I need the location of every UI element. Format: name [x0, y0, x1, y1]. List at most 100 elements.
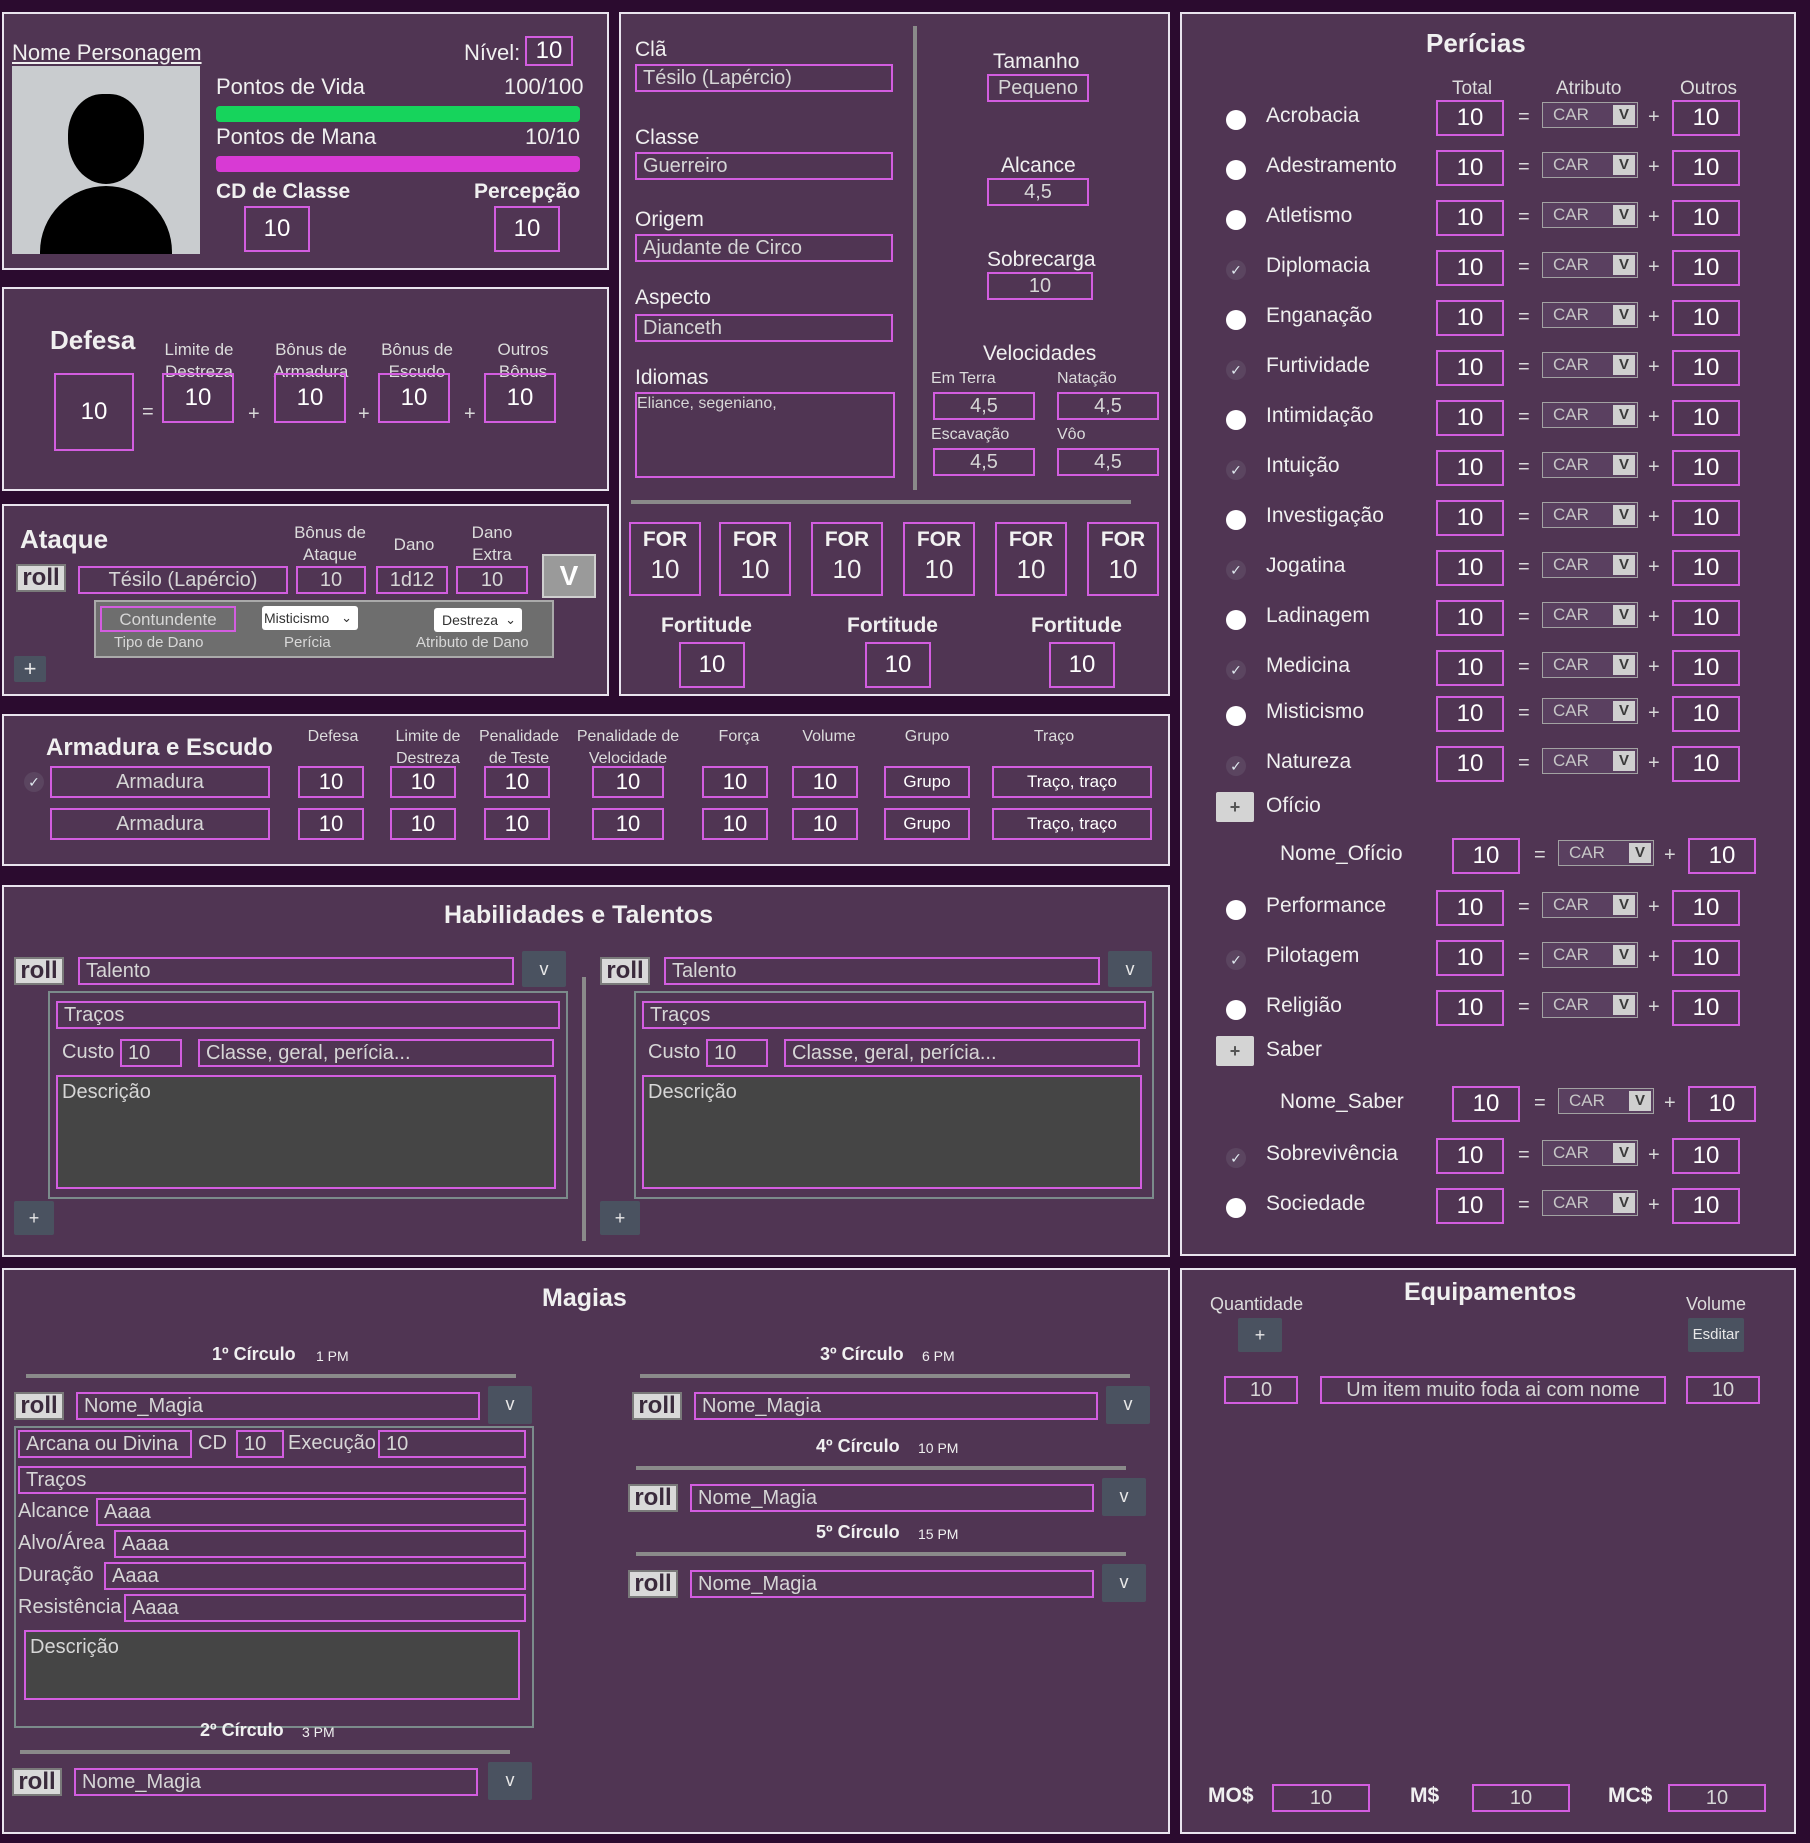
skill-proficiency-radio[interactable] [1226, 410, 1246, 430]
save-field[interactable]: 10 [679, 642, 745, 688]
talent-dropdown-button[interactable]: v [1108, 951, 1152, 987]
talent-description[interactable]: Descrição [56, 1075, 556, 1189]
spell-description[interactable]: Descrição [24, 1630, 520, 1700]
skill-attribute-select[interactable]: CAR V [1542, 748, 1638, 774]
circle-2-spell-name[interactable]: Nome_Magia [74, 1768, 478, 1796]
circle-4-spell-name[interactable]: Nome_Magia [690, 1484, 1094, 1512]
skill-attribute-select[interactable]: CAR V [1542, 502, 1638, 528]
skill-attribute-dropdown-button[interactable]: V [1613, 655, 1635, 675]
defense-col-field-1[interactable]: 10 [162, 373, 234, 423]
armor-defense-field[interactable]: 10 [298, 808, 364, 840]
defense-col-field-2[interactable]: 10 [274, 373, 346, 423]
armor-dex-field[interactable]: 10 [390, 766, 456, 798]
skill-other-field[interactable]: 10 [1688, 838, 1756, 874]
spell-tradition-field[interactable]: Arcana ou Divina [18, 1430, 192, 1458]
class-field[interactable]: Guerreiro [635, 152, 893, 180]
skill-attribute-dropdown-button[interactable]: V [1613, 701, 1635, 721]
skill-select[interactable]: Misticismo ⌄ [262, 606, 358, 630]
skill-proficiency-check-icon[interactable]: ✓ [1226, 460, 1246, 480]
armor-vol-field[interactable]: 10 [792, 766, 858, 798]
attribute-box[interactable]: FOR 10 [995, 522, 1067, 596]
skill-total-field[interactable]: 10 [1436, 650, 1504, 686]
skill-other-field[interactable]: 10 [1672, 300, 1740, 336]
skill-total-field[interactable]: 10 [1436, 1138, 1504, 1174]
skill-total-field[interactable]: 10 [1436, 1188, 1504, 1224]
talent-cost-field[interactable]: 10 [706, 1039, 768, 1067]
level-field[interactable]: 10 [525, 36, 573, 66]
overload-field[interactable]: 10 [987, 272, 1093, 300]
skill-other-field[interactable]: 10 [1672, 100, 1740, 136]
armor-test-field[interactable]: 10 [484, 766, 550, 798]
skill-other-field[interactable]: 10 [1672, 696, 1740, 732]
talent-roll-button[interactable]: roll [14, 957, 64, 985]
skill-attribute-dropdown-button[interactable]: V [1613, 895, 1635, 915]
save-field[interactable]: 10 [865, 642, 931, 688]
attribute-box[interactable]: FOR 10 [629, 522, 701, 596]
languages-field[interactable]: Eliance, segeniano, [635, 392, 895, 478]
armor-speed-field[interactable]: 10 [592, 808, 664, 840]
skill-proficiency-radio[interactable] [1226, 110, 1246, 130]
attack-damage-field[interactable]: 1d12 [376, 566, 448, 594]
skill-other-field[interactable]: 10 [1672, 350, 1740, 386]
talent-name-field[interactable]: Talento [78, 957, 514, 985]
skill-other-field[interactable]: 10 [1672, 746, 1740, 782]
skill-other-field[interactable]: 10 [1672, 550, 1740, 586]
skill-attribute-select[interactable]: CAR V [1542, 698, 1638, 724]
armor-group-field[interactable]: Grupo [884, 766, 970, 798]
coin-field-copper[interactable]: 10 [1668, 1784, 1766, 1812]
circle-3-spell-name[interactable]: Nome_Magia [694, 1392, 1098, 1420]
save-field[interactable]: 10 [1049, 642, 1115, 688]
skill-attribute-select[interactable]: CAR V [1542, 402, 1638, 428]
circle-1-spell-name[interactable]: Nome_Magia [76, 1392, 480, 1420]
skill-attribute-select[interactable]: CAR V [1542, 202, 1638, 228]
avatar[interactable] [12, 66, 200, 254]
attack-roll-button[interactable]: roll [16, 564, 66, 592]
skill-other-field[interactable]: 10 [1672, 650, 1740, 686]
skill-other-field[interactable]: 10 [1672, 1138, 1740, 1174]
attribute-box[interactable]: FOR 10 [719, 522, 791, 596]
skill-total-field[interactable]: 10 [1452, 1086, 1520, 1122]
skill-total-field[interactable]: 10 [1436, 746, 1504, 782]
skill-total-field[interactable]: 10 [1436, 100, 1504, 136]
skill-other-field[interactable]: 10 [1672, 890, 1740, 926]
origin-field[interactable]: Ajudante de Circo [635, 234, 893, 262]
attack-bonus-field[interactable]: 10 [296, 566, 366, 594]
skill-attribute-select[interactable]: CAR V [1542, 152, 1638, 178]
skill-total-field[interactable]: 10 [1436, 450, 1504, 486]
spell-exec-field[interactable]: 10 [378, 1430, 526, 1458]
perception-field[interactable]: 10 [494, 206, 560, 252]
skill-attribute-select[interactable]: CAR V [1558, 1088, 1654, 1114]
skill-attribute-select[interactable]: CAR V [1542, 302, 1638, 328]
skill-other-field[interactable]: 10 [1672, 600, 1740, 636]
add-ofício-button[interactable]: + [1216, 792, 1254, 822]
armor-trait-field[interactable]: Traço, traço [992, 808, 1152, 840]
skill-other-field[interactable]: 10 [1672, 200, 1740, 236]
add-talent-button[interactable]: + [14, 1201, 54, 1235]
skill-total-field[interactable]: 10 [1436, 150, 1504, 186]
skill-proficiency-check-icon[interactable]: ✓ [1226, 260, 1246, 280]
armor-speed-field[interactable]: 10 [592, 766, 664, 798]
circle-5-dropdown-button[interactable]: v [1102, 1564, 1146, 1602]
attack-weapon-field[interactable]: Tésilo (Lapércio) [78, 566, 288, 594]
damage-type-field[interactable]: Contundente [100, 606, 236, 632]
skill-proficiency-radio[interactable] [1226, 900, 1246, 920]
skill-attribute-dropdown-button[interactable]: V [1629, 1091, 1651, 1111]
circle-3-dropdown-button[interactable]: v [1106, 1386, 1150, 1424]
skill-attribute-dropdown-button[interactable]: V [1613, 205, 1635, 225]
circle-1-roll-button[interactable]: roll [14, 1392, 64, 1420]
add-item-button[interactable]: + [1238, 1318, 1282, 1352]
defense-col-field-3[interactable]: 10 [378, 373, 450, 423]
skill-proficiency-radio[interactable] [1226, 160, 1246, 180]
skill-total-field[interactable]: 10 [1436, 550, 1504, 586]
item-vol-field[interactable]: 10 [1686, 1376, 1760, 1404]
speed-field-land[interactable]: 4,5 [933, 392, 1035, 420]
skill-attribute-dropdown-button[interactable]: V [1629, 843, 1651, 863]
attr-select[interactable]: Destreza ⌄ [434, 608, 522, 632]
skill-attribute-select[interactable]: CAR V [1542, 352, 1638, 378]
skill-total-field[interactable]: 10 [1436, 300, 1504, 336]
skill-proficiency-radio[interactable] [1226, 1198, 1246, 1218]
class-dc-field[interactable]: 10 [244, 206, 310, 252]
skill-attribute-select[interactable]: CAR V [1542, 102, 1638, 128]
skill-total-field[interactable]: 10 [1436, 250, 1504, 286]
armor-test-field[interactable]: 10 [484, 808, 550, 840]
